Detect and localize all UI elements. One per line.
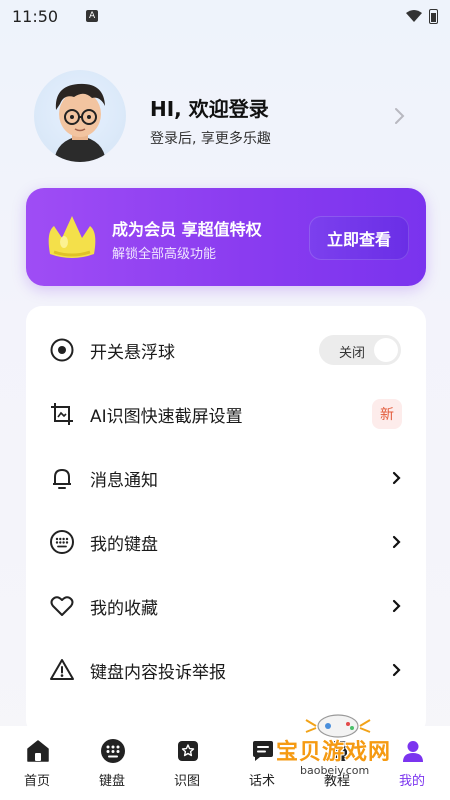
target-icon <box>48 336 76 364</box>
menu-item-favorites[interactable]: 我的收藏 <box>26 574 426 638</box>
home-icon <box>27 740 49 762</box>
keyboard-icon <box>48 528 76 556</box>
vip-title: 成为会员 享超值特权 <box>112 220 262 239</box>
heart-icon <box>48 592 76 620</box>
warning-icon <box>48 656 76 684</box>
profile-header[interactable]: HI, 欢迎登录 登录后, 享更多乐趣 <box>0 60 450 180</box>
chevron-right-icon <box>392 663 401 677</box>
tab-image-search[interactable]: 识图 <box>157 726 217 800</box>
chevron-right-icon[interactable] <box>392 107 406 125</box>
floating-ball-toggle[interactable]: 关闭 <box>319 335 401 365</box>
crown-icon <box>48 216 96 258</box>
tab-label: 识图 <box>173 774 200 789</box>
menu-item-report[interactable]: 键盘内容投诉举报 <box>26 638 426 702</box>
settings-menu: 开关悬浮球 关闭 AI识图快速截屏设置 新 消息通知 我的键盘 我的收藏 键盘内… <box>26 306 426 736</box>
menu-item-label: 键盘内容投诉举报 <box>90 662 226 683</box>
wifi-icon <box>406 10 422 22</box>
new-badge: 新 <box>372 399 402 429</box>
tab-label: 键盘 <box>98 774 125 789</box>
keyboard-icon <box>101 739 125 763</box>
vip-banner[interactable]: 成为会员 享超值特权 解锁全部高级功能 立即查看 <box>26 188 426 286</box>
tab-label: 首页 <box>23 774 50 789</box>
status-time: 11:50 <box>12 6 59 26</box>
watermark-text: 宝贝游戏网 <box>276 740 392 765</box>
chevron-right-icon <box>392 599 401 613</box>
toggle-knob <box>374 338 398 362</box>
image-search-icon <box>178 741 198 761</box>
toggle-label: 关闭 <box>339 346 366 361</box>
battery-icon <box>429 8 438 24</box>
vip-subtitle: 解锁全部高级功能 <box>112 247 217 262</box>
greeting-title[interactable]: HI, 欢迎登录 <box>150 93 269 122</box>
menu-item-label: 我的收藏 <box>90 598 158 619</box>
crop-icon <box>48 400 76 428</box>
view-now-button[interactable]: 立即查看 <box>309 216 409 260</box>
chat-icon <box>253 741 273 761</box>
bell-icon <box>48 464 76 492</box>
tab-keyboard[interactable]: 键盘 <box>82 726 142 800</box>
status-right <box>405 8 438 24</box>
notification-badge-icon: A <box>86 10 99 22</box>
menu-item-label: 我的键盘 <box>90 534 158 555</box>
chevron-right-icon <box>392 471 401 485</box>
tab-home[interactable]: 首页 <box>7 726 67 800</box>
avatar-illustration <box>54 83 106 162</box>
menu-item-ai-screenshot[interactable]: AI识图快速截屏设置 新 <box>26 382 426 446</box>
status-bar: 11:50 A <box>0 0 450 32</box>
menu-item-label: AI识图快速截屏设置 <box>90 406 243 427</box>
watermark-url: baobeiy.com <box>300 764 370 777</box>
menu-item-notifications[interactable]: 消息通知 <box>26 446 426 510</box>
menu-item-label: 开关悬浮球 <box>90 342 175 363</box>
greeting-subtitle: 登录后, 享更多乐趣 <box>150 131 271 147</box>
menu-item-floating-ball[interactable]: 开关悬浮球 关闭 <box>26 318 426 382</box>
avatar[interactable] <box>34 70 126 162</box>
menu-item-my-keyboard[interactable]: 我的键盘 <box>26 510 426 574</box>
chevron-right-icon <box>392 535 401 549</box>
menu-item-label: 消息通知 <box>90 470 158 491</box>
